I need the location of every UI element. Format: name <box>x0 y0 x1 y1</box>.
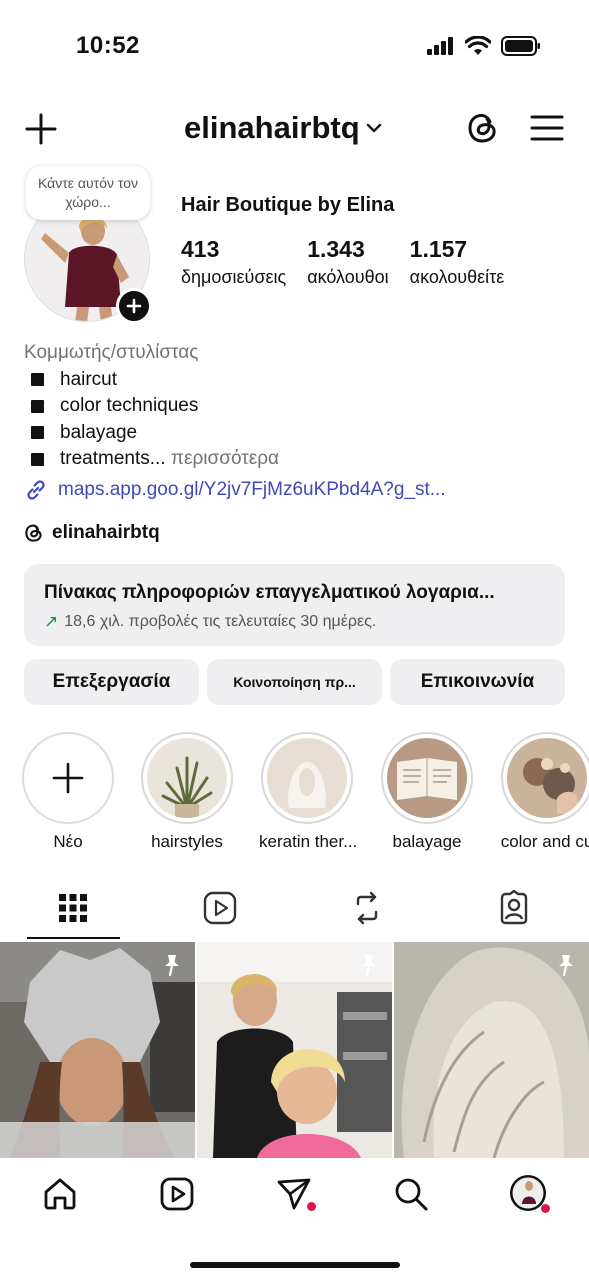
stat-posts[interactable]: 413 δημοσιεύσεις <box>181 236 286 288</box>
messages-button[interactable] <box>276 1176 316 1216</box>
notification-dot <box>307 1202 316 1211</box>
content-tabs <box>0 880 589 940</box>
highlight-cover <box>22 732 114 824</box>
profile-bio: Κομμωτής/στυλίστας haircut color techniq… <box>24 340 279 473</box>
account-switcher[interactable]: elinahairbtq <box>184 110 382 146</box>
highlight-item[interactable]: color and cu <box>499 732 589 852</box>
notification-dot <box>541 1204 550 1213</box>
username: elinahairbtq <box>184 110 360 145</box>
threads-badge[interactable]: elinahairbtq <box>24 522 160 544</box>
link-text: maps.app.goo.gl/Y2jv7FjMz6uKPbd4A?g_st..… <box>58 479 446 500</box>
highlight-new[interactable]: Νέο <box>20 732 116 852</box>
highlight-cover <box>141 732 233 824</box>
reels-icon[interactable] <box>159 1176 195 1212</box>
highlight-label: color and cu <box>500 832 589 851</box>
note-bubble[interactable]: Κάντε αυτόν τον χώρο... <box>26 166 150 220</box>
profile-header: elinahairbtq <box>0 100 589 158</box>
threads-handle: elinahairbtq <box>52 522 160 543</box>
pin-icon <box>559 955 573 977</box>
post-thumbnail[interactable] <box>0 942 195 1158</box>
black-square-icon <box>31 426 44 440</box>
plus-icon <box>52 762 84 794</box>
cellular-signal-icon <box>427 37 453 55</box>
bio-text: balayage <box>60 421 138 443</box>
posts-grid <box>0 942 589 1158</box>
profile-link[interactable]: maps.app.goo.gl/Y2jv7FjMz6uKPbd4A?g_st..… <box>24 478 446 502</box>
highlight-cover <box>501 732 589 824</box>
bio-line: color techniques <box>24 393 279 420</box>
share-profile-button[interactable]: Κοινοποίηση πρ... <box>207 659 382 705</box>
search-icon[interactable] <box>393 1176 429 1212</box>
stat-value: 1.157 <box>409 236 468 262</box>
story-highlights: Νέο hairstyles keratin ther... balayage … <box>0 732 589 862</box>
home-icon[interactable] <box>42 1176 78 1212</box>
dashboard-title: Πίνακας πληροφοριών επαγγελματικού λογαρ… <box>44 582 495 603</box>
battery-icon <box>501 36 540 56</box>
highlight-label: hairstyles <box>151 832 223 851</box>
bio-more-link[interactable]: περισσότερα <box>171 446 279 473</box>
threads-icon[interactable] <box>466 110 500 146</box>
stat-label: δημοσιεύσεις <box>181 267 287 287</box>
professional-dashboard[interactable]: Πίνακας πληροφοριών επαγγελματικού λογαρ… <box>24 564 565 646</box>
threads-icon <box>25 524 42 542</box>
stat-label: ακόλουθοι <box>307 267 389 287</box>
pin-icon <box>362 955 376 977</box>
bio-line: treatments... περισσότερα <box>24 446 279 473</box>
edit-profile-button[interactable]: Επεξεργασία <box>24 659 199 705</box>
highlight-item[interactable]: keratin ther... <box>259 732 358 852</box>
highlight-item[interactable]: hairstyles <box>139 732 235 852</box>
plus-icon <box>126 298 142 314</box>
bio-text: treatments... <box>60 448 166 469</box>
profile-tab[interactable] <box>509 1174 550 1214</box>
wifi-icon <box>465 36 491 55</box>
highlight-item[interactable]: balayage <box>379 732 475 852</box>
reposts-tab-icon[interactable] <box>349 890 385 926</box>
black-square-icon <box>31 373 44 387</box>
stat-label: ακολουθείτε <box>409 267 505 287</box>
stat-value: 413 <box>181 236 220 262</box>
add-story-button[interactable] <box>116 288 152 324</box>
status-time: 10:52 <box>76 32 140 59</box>
profile-category: Κομμωτής/στυλίστας <box>24 342 199 363</box>
link-icon <box>27 480 45 500</box>
bio-text: color techniques <box>60 395 199 416</box>
dashboard-views: 18,6 χιλ. προβολές τις τελευταίες 30 ημέ… <box>64 613 377 630</box>
reels-tab-icon[interactable] <box>202 890 238 926</box>
bio-line: balayage <box>24 420 279 447</box>
post-thumbnail[interactable] <box>197 942 392 1158</box>
create-plus-icon[interactable] <box>24 112 58 146</box>
chevron-down-icon <box>366 123 381 133</box>
highlight-label: keratin ther... <box>259 832 358 851</box>
profile-actions: Επεξεργασία Κοινοποίηση πρ... Επικοινωνί… <box>24 659 565 705</box>
trend-up-icon: ↗ <box>44 612 59 631</box>
black-square-icon <box>31 452 44 466</box>
bio-text: haircut <box>60 368 118 390</box>
status-icons <box>427 36 541 56</box>
highlight-label: Νέο <box>53 832 83 851</box>
home-indicator <box>190 1262 400 1268</box>
status-bar: 10:52 <box>0 0 589 90</box>
profile-stats: 413 δημοσιεύσεις 1.343 ακόλουθοι 1.157 α… <box>181 236 525 288</box>
active-tab-indicator <box>27 937 120 939</box>
grid-tab-icon[interactable] <box>55 890 91 926</box>
post-thumbnail[interactable] <box>394 942 589 1158</box>
highlight-cover <box>261 732 353 824</box>
highlight-label: balayage <box>392 832 462 851</box>
stat-followers[interactable]: 1.343 ακόλουθοι <box>307 236 388 288</box>
black-square-icon <box>31 399 44 413</box>
bio-line: haircut <box>24 367 279 394</box>
stat-value: 1.343 <box>307 236 365 262</box>
highlight-cover <box>381 732 473 824</box>
dashboard-subtitle: ↗ 18,6 χιλ. προβολές τις τελευταίες 30 η… <box>44 612 545 632</box>
contact-button[interactable]: Επικοινωνία <box>390 659 565 705</box>
menu-hamburger-icon[interactable] <box>530 113 564 143</box>
stat-following[interactable]: 1.157 ακολουθείτε <box>410 236 505 288</box>
pin-icon <box>165 955 179 977</box>
display-name: Hair Boutique by Elina <box>181 194 395 216</box>
tagged-tab-icon[interactable] <box>496 890 532 926</box>
